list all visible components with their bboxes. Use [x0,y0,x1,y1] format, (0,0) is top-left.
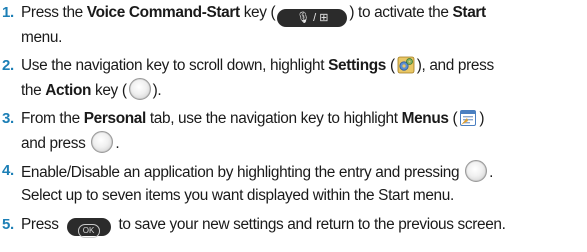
step-number: 1. [2,4,14,21]
personal-tab-label: Personal [83,110,147,127]
menus-icon [460,110,477,126]
step-text: From the Personal tab, use the navigatio… [21,110,485,153]
step-text: Enable/Disable an application by highlig… [21,160,587,207]
voice-command-start-key-icon: 🎙 / ⊞ [277,9,348,27]
step-text: Press the Voice Command-Start key (🎙 / ⊞… [21,4,487,46]
settings-icon [397,56,415,74]
action-key-icon [128,77,151,100]
voice-command-start-label: Voice Command-Start [86,4,240,21]
settings-label: Settings [328,57,387,74]
action-key-icon [465,160,488,182]
menus-label: Menus [401,110,449,127]
start-label: Start [452,4,487,21]
action-label: Action [45,81,92,99]
step-number: 5. [2,216,14,233]
step-text: Use the navigation key to scroll down, h… [21,56,494,100]
step-number: 2. [2,57,14,74]
ok-key-icon: OK [66,218,111,238]
step-number: 3. [2,110,14,127]
action-key-icon [91,130,114,153]
step-text: Press OK to save your new settings and r… [21,214,587,238]
step-number: 4. [2,162,14,179]
